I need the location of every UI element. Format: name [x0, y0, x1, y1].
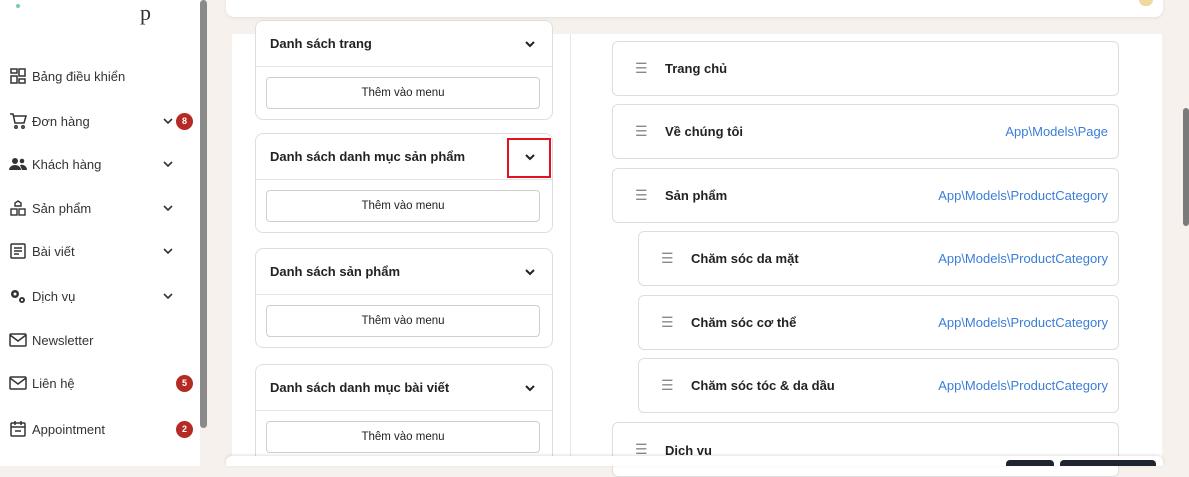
logo-text: p — [140, 0, 151, 25]
contact-count-badge: 5 — [176, 374, 193, 392]
user-avatar[interactable] — [1139, 0, 1153, 6]
primary-action-button[interactable] — [1060, 460, 1156, 466]
source-products: Danh sách sản phẩm Thêm vào menu — [255, 248, 553, 348]
appointment-count-badge: 2 — [176, 420, 193, 438]
accordion-title: Danh sách sản phẩm — [270, 264, 401, 279]
cart-icon — [9, 112, 27, 130]
chevron-down-icon[interactable] — [161, 289, 175, 303]
chevron-down-icon[interactable] — [161, 244, 175, 258]
menu-item-title: Chăm sóc cơ thể — [691, 315, 797, 330]
menu-item-type[interactable]: App\Models\ProductCategory — [938, 315, 1108, 330]
chevron-down-icon[interactable] — [522, 36, 538, 52]
sidebar-item-label: Bài viết — [32, 243, 75, 259]
drag-handle-icon[interactable]: ☰ — [661, 377, 674, 394]
accordion-title: Danh sách trang — [270, 36, 372, 51]
source-pages: Danh sách trang Thêm vào menu — [255, 20, 553, 120]
add-to-menu-button[interactable]: Thêm vào menu — [266, 421, 540, 453]
sidebar-item-label: Sản phẩm — [32, 200, 92, 216]
highlight-box — [507, 138, 551, 178]
menu-item[interactable]: ☰ Sản phẩm App\Models\ProductCategory — [612, 168, 1119, 223]
sidebar-item-newsletter[interactable]: Newsletter — [0, 328, 200, 352]
sidebar-item-contact[interactable]: Liên hệ 5 — [0, 371, 200, 395]
sidebar: p Bảng điều khiển Đơn hàng 8 Khách hàng … — [0, 0, 200, 466]
accordion-header[interactable]: Danh sách trang — [256, 21, 552, 67]
menu-item[interactable]: ☰ Về chúng tôi App\Models\Page — [612, 104, 1119, 159]
column-divider — [570, 34, 571, 466]
users-icon — [9, 155, 27, 173]
drag-handle-icon[interactable]: ☰ — [661, 250, 674, 267]
drag-handle-icon[interactable]: ☰ — [635, 187, 648, 204]
menu-item-child[interactable]: ☰ Chăm sóc tóc & da dầu App\Models\Produ… — [638, 358, 1119, 413]
add-to-menu-button[interactable]: Thêm vào menu — [266, 77, 540, 109]
menu-item-type[interactable]: App\Models\ProductCategory — [938, 188, 1108, 203]
sidebar-item-label: Bảng điều khiển — [32, 68, 126, 84]
mail-icon — [9, 374, 27, 392]
sidebar-item-products[interactable]: Sản phẩm — [0, 196, 200, 220]
top-header-card — [226, 0, 1163, 17]
sidebar-item-label: Dịch vụ — [32, 288, 76, 304]
sidebar-item-label: Newsletter — [32, 332, 94, 348]
accordion-header[interactable]: Danh sách danh mục bài viết — [256, 365, 552, 411]
chevron-down-icon[interactable] — [161, 157, 175, 171]
menu-item-title: Chăm sóc tóc & da dầu — [691, 378, 835, 393]
sidebar-item-dashboard[interactable]: Bảng điều khiển — [0, 64, 200, 88]
accordion-title: Danh sách danh mục bài viết — [270, 380, 450, 395]
sidebar-item-customers[interactable]: Khách hàng — [0, 152, 200, 176]
drag-handle-icon[interactable]: ☰ — [635, 123, 648, 140]
sidebar-item-label: Appointment — [32, 421, 105, 437]
calendar-icon — [9, 420, 27, 438]
orders-count-badge: 8 — [176, 112, 193, 130]
sidebar-item-services[interactable]: Dịch vụ — [0, 284, 200, 308]
menu-item[interactable]: ☰ Trang chủ — [612, 41, 1119, 96]
sidebar-item-posts[interactable]: Bài viết — [0, 239, 200, 263]
menu-item-type[interactable]: App\Models\ProductCategory — [938, 251, 1108, 266]
chevron-down-icon[interactable] — [522, 380, 538, 396]
menu-item-child[interactable]: ☰ Chăm sóc cơ thể App\Models\ProductCate… — [638, 295, 1119, 350]
mail-icon — [9, 331, 27, 349]
menu-item-title: Sản phẩm — [665, 188, 728, 203]
drag-handle-icon[interactable]: ☰ — [661, 314, 674, 331]
menu-item-child[interactable]: ☰ Chăm sóc da mặt App\Models\ProductCate… — [638, 231, 1119, 286]
source-post-categories: Danh sách danh mục bài viết Thêm vào men… — [255, 364, 553, 464]
chevron-down-icon[interactable] — [522, 264, 538, 280]
menu-item-type[interactable]: App\Models\Page — [1005, 124, 1108, 139]
sidebar-item-appointment[interactable]: Appointment 2 — [0, 417, 200, 441]
menu-item-title: Về chúng tôi — [665, 124, 743, 139]
cogs-icon — [9, 287, 27, 305]
accordion-header[interactable]: Danh sách sản phẩm — [256, 249, 552, 295]
add-to-menu-button[interactable]: Thêm vào menu — [266, 305, 540, 337]
drag-handle-icon[interactable]: ☰ — [635, 60, 648, 77]
article-icon — [9, 242, 27, 260]
menu-item[interactable]: ☰ Dịch vụ — [612, 422, 1119, 477]
add-to-menu-button[interactable]: Thêm vào menu — [266, 190, 540, 222]
chevron-down-icon[interactable] — [161, 201, 175, 215]
sidebar-item-label: Đơn hàng — [32, 113, 90, 129]
chevron-down-icon[interactable] — [161, 114, 175, 128]
sidebar-item-label: Khách hàng — [32, 156, 102, 172]
boxes-icon — [9, 199, 27, 217]
sidebar-item-orders[interactable]: Đơn hàng 8 — [0, 109, 200, 133]
menu-item-title: Trang chủ — [665, 61, 728, 76]
accordion-title: Danh sách danh mục sản phẩm — [270, 149, 466, 164]
menu-item-title: Chăm sóc da mặt — [691, 251, 799, 266]
secondary-action-button[interactable] — [1006, 460, 1054, 466]
sidebar-item-label: Liên hệ — [32, 375, 75, 391]
menu-item-type[interactable]: App\Models\ProductCategory — [938, 378, 1108, 393]
dashboard-icon — [9, 67, 27, 85]
sidebar-scrollbar[interactable] — [200, 0, 207, 428]
logo-mark — [16, 4, 20, 8]
page-scrollbar[interactable] — [1183, 108, 1189, 226]
